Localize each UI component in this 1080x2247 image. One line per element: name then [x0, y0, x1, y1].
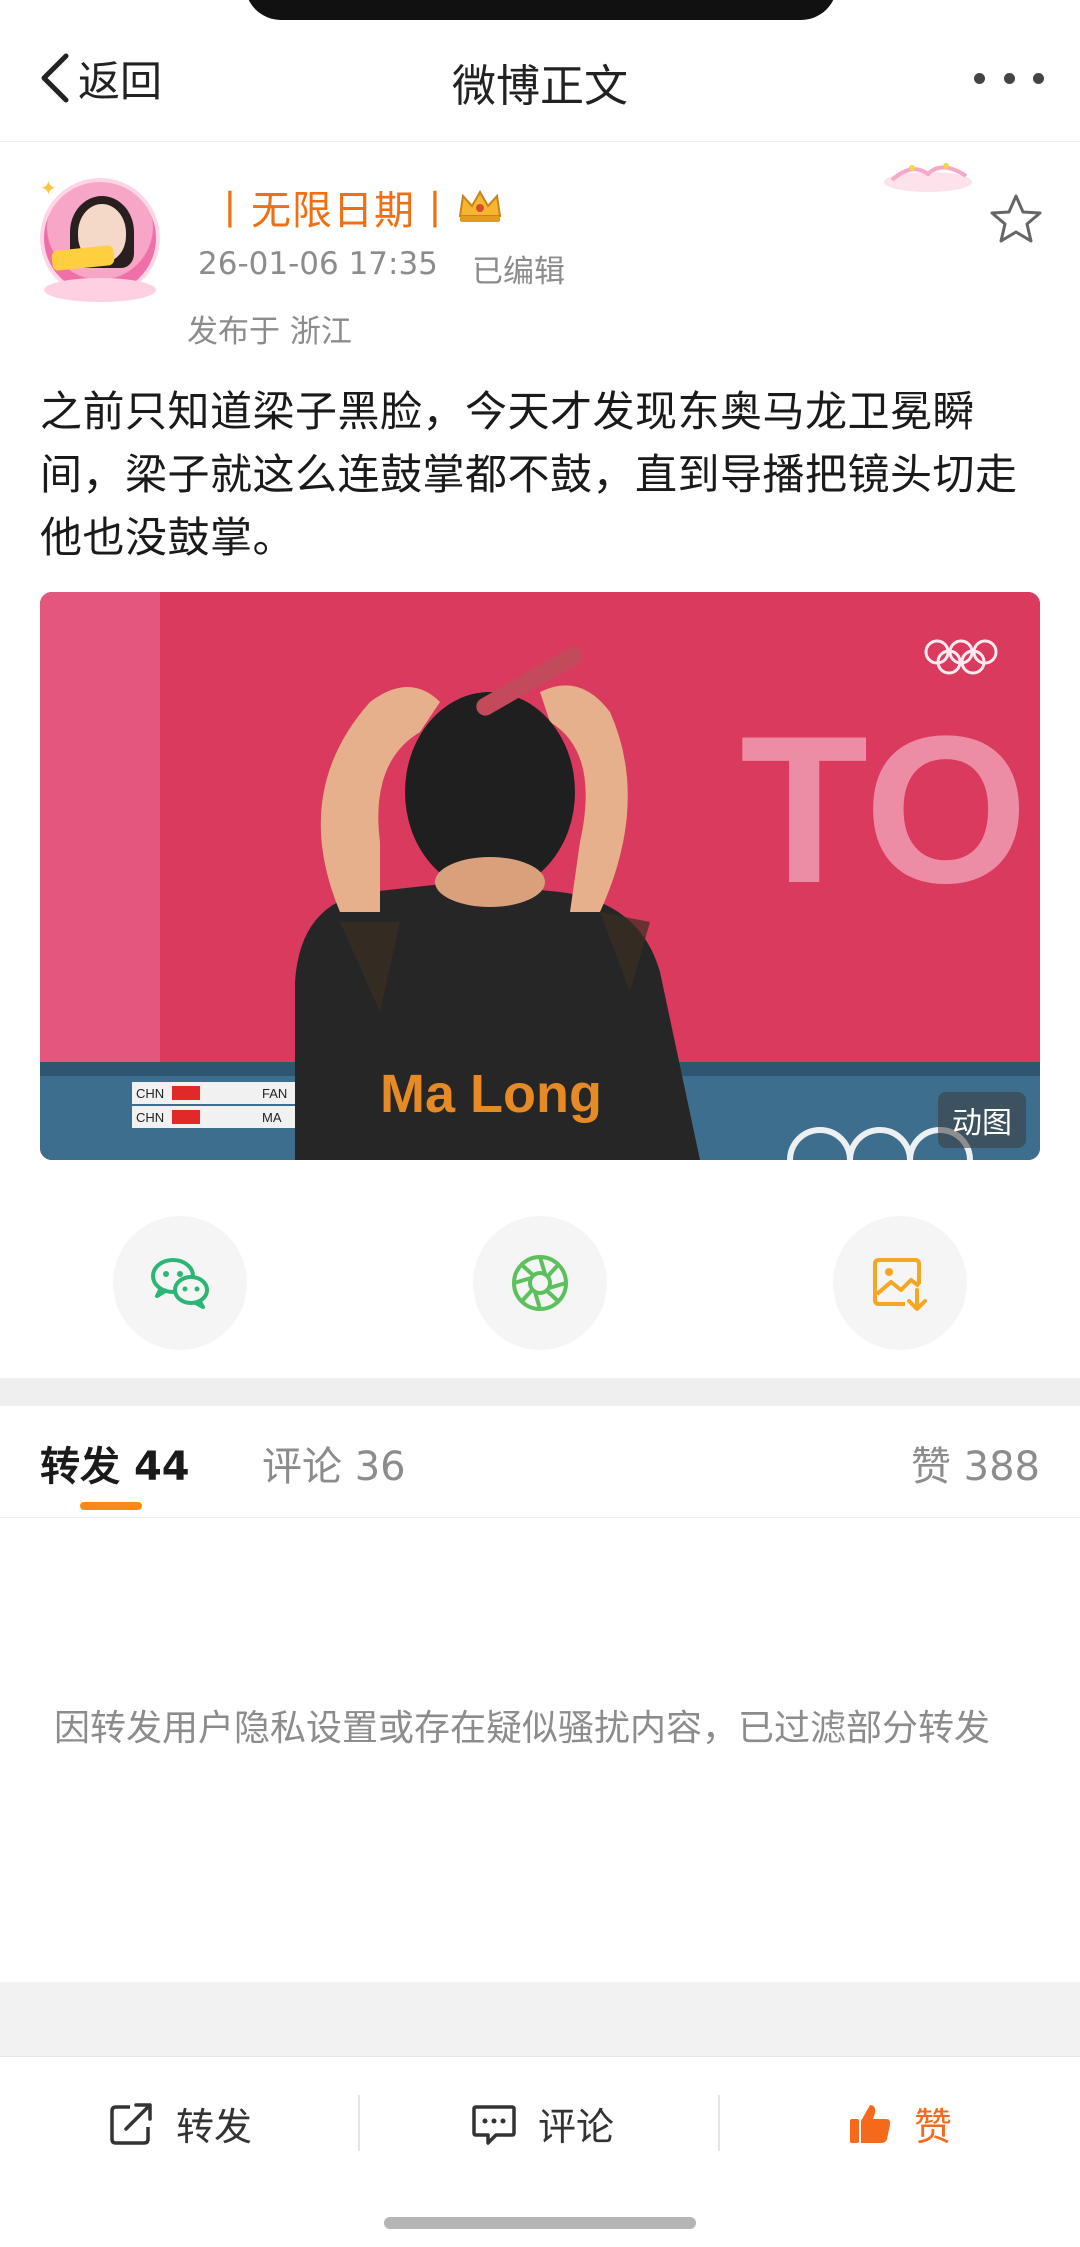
svg-text:CHN: CHN: [136, 1110, 164, 1125]
tab-likes[interactable]: 赞 388: [911, 1434, 1040, 1492]
thumbs-up-icon: [850, 2105, 891, 2143]
author-name[interactable]: 丨无限日期丨: [210, 178, 456, 236]
nav-bar: 返回 微博正文: [0, 0, 1080, 142]
svg-text:FAN: FAN: [262, 1086, 287, 1101]
avatar-frame-decoration: [44, 278, 156, 302]
more-options-icon[interactable]: [974, 66, 1044, 90]
favorite-star-icon[interactable]: [988, 192, 1044, 248]
filter-notice: 因转发用户隐私设置或存在疑似骚扰内容，已过滤部分转发: [54, 1708, 991, 1749]
post-text: 之前只知道梁子黑脸，今天才发现东奥马龙卫冕瞬间，梁子就这么连鼓掌都不鼓，直到导播…: [40, 387, 1018, 562]
tab-reposts[interactable]: 转发 44: [40, 1434, 190, 1492]
tab-indicator: [80, 1502, 142, 1510]
comment-button[interactable]: 评论: [470, 2057, 614, 2189]
moments-icon: [512, 1255, 568, 1311]
repost-label: 转发: [176, 2104, 253, 2149]
edited-tag: 已编辑: [472, 254, 565, 290]
post-location: 发布于 浙江: [187, 314, 352, 350]
repost-button[interactable]: 转发: [108, 2057, 252, 2189]
footer-spacer: [0, 1982, 1080, 2056]
share-wechat-button[interactable]: [113, 1216, 247, 1350]
home-indicator[interactable]: [384, 2217, 696, 2229]
page-title: 微博正文: [452, 61, 628, 112]
post-time: 26-01-06 17:35: [198, 246, 438, 282]
repost-icon: [110, 2103, 152, 2145]
post-gif[interactable]: TOKYO CHN CHN FAN MA 2 3 7 11: [40, 592, 1040, 1160]
vip-crown-icon: [458, 189, 502, 222]
like-button[interactable]: 赞: [846, 2057, 952, 2189]
svg-text:CHN: CHN: [136, 1086, 164, 1101]
section-divider: [0, 1378, 1080, 1406]
bottom-action-bar: 转发 评论 赞: [0, 2056, 1080, 2188]
jersey-name: Ma Long: [380, 1064, 602, 1124]
comment-label: 评论: [538, 2104, 615, 2149]
save-image-icon: [873, 1258, 927, 1311]
like-label: 赞: [914, 2104, 953, 2149]
comment-icon: [472, 2105, 516, 2145]
share-row: [0, 1216, 1080, 1350]
svg-text:MA: MA: [262, 1110, 282, 1125]
gif-badge: 动图: [938, 1092, 1026, 1148]
sparkle-icon: ✦: [40, 176, 57, 200]
tab-bar: 转发 44 评论 36 赞 388: [0, 1406, 1080, 1518]
decoration-cloud-icon: [884, 163, 972, 192]
wechat-icon: [151, 1258, 209, 1309]
banner-text: TOKYO: [740, 692, 1040, 927]
gif-frame: TOKYO CHN CHN FAN MA 2 3 7 11: [40, 592, 1040, 1160]
divider: [358, 2095, 360, 2151]
share-moments-button[interactable]: [473, 1216, 607, 1350]
save-image-button[interactable]: [833, 1216, 967, 1350]
divider: [718, 2095, 720, 2151]
tab-comments[interactable]: 评论 36: [262, 1434, 406, 1492]
